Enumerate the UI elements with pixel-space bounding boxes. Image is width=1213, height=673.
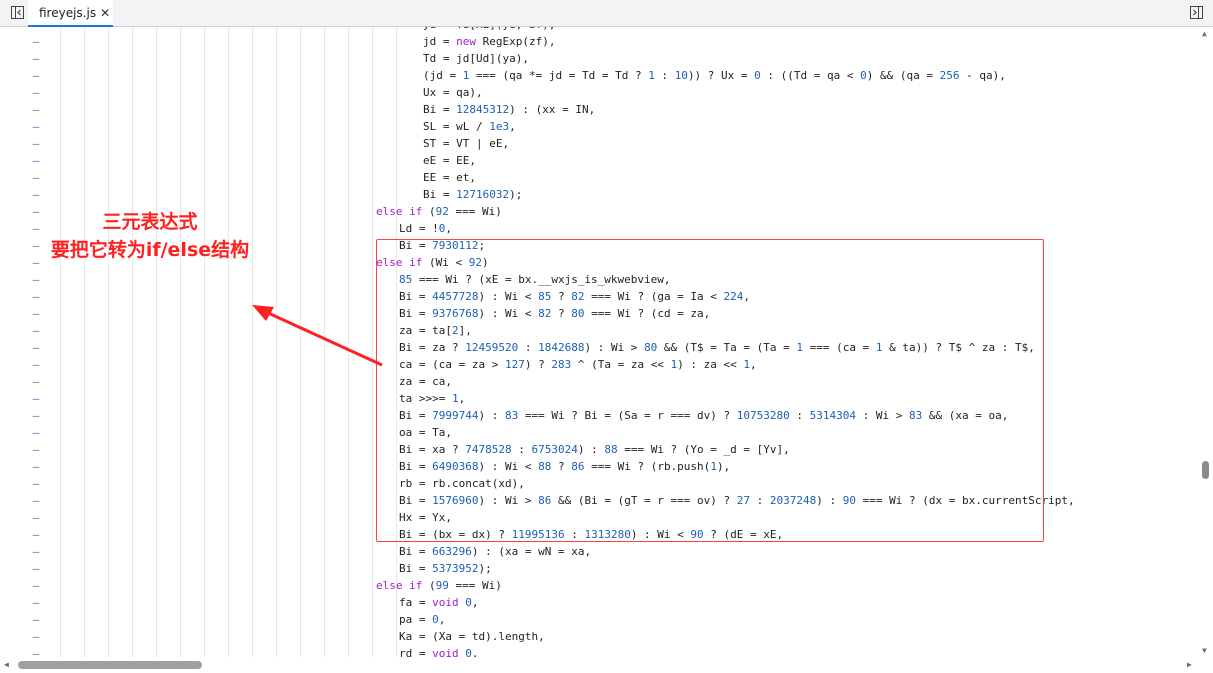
chevron-up-icon[interactable]: ▲: [1202, 29, 1207, 39]
chevron-right-icon[interactable]: ▶: [1187, 660, 1192, 670]
annotation-arrow: [252, 305, 383, 367]
chevron-left-icon[interactable]: ◀: [4, 660, 9, 670]
chevron-down-icon[interactable]: ▼: [1202, 646, 1207, 656]
vertical-scroll-thumb[interactable]: [1202, 461, 1209, 479]
horizontal-scroll-thumb[interactable]: [18, 661, 202, 669]
vertical-scrollbar[interactable]: ▲ ▼: [1199, 27, 1213, 657]
horizontal-scrollbar[interactable]: ◀ ▶: [0, 657, 1199, 673]
